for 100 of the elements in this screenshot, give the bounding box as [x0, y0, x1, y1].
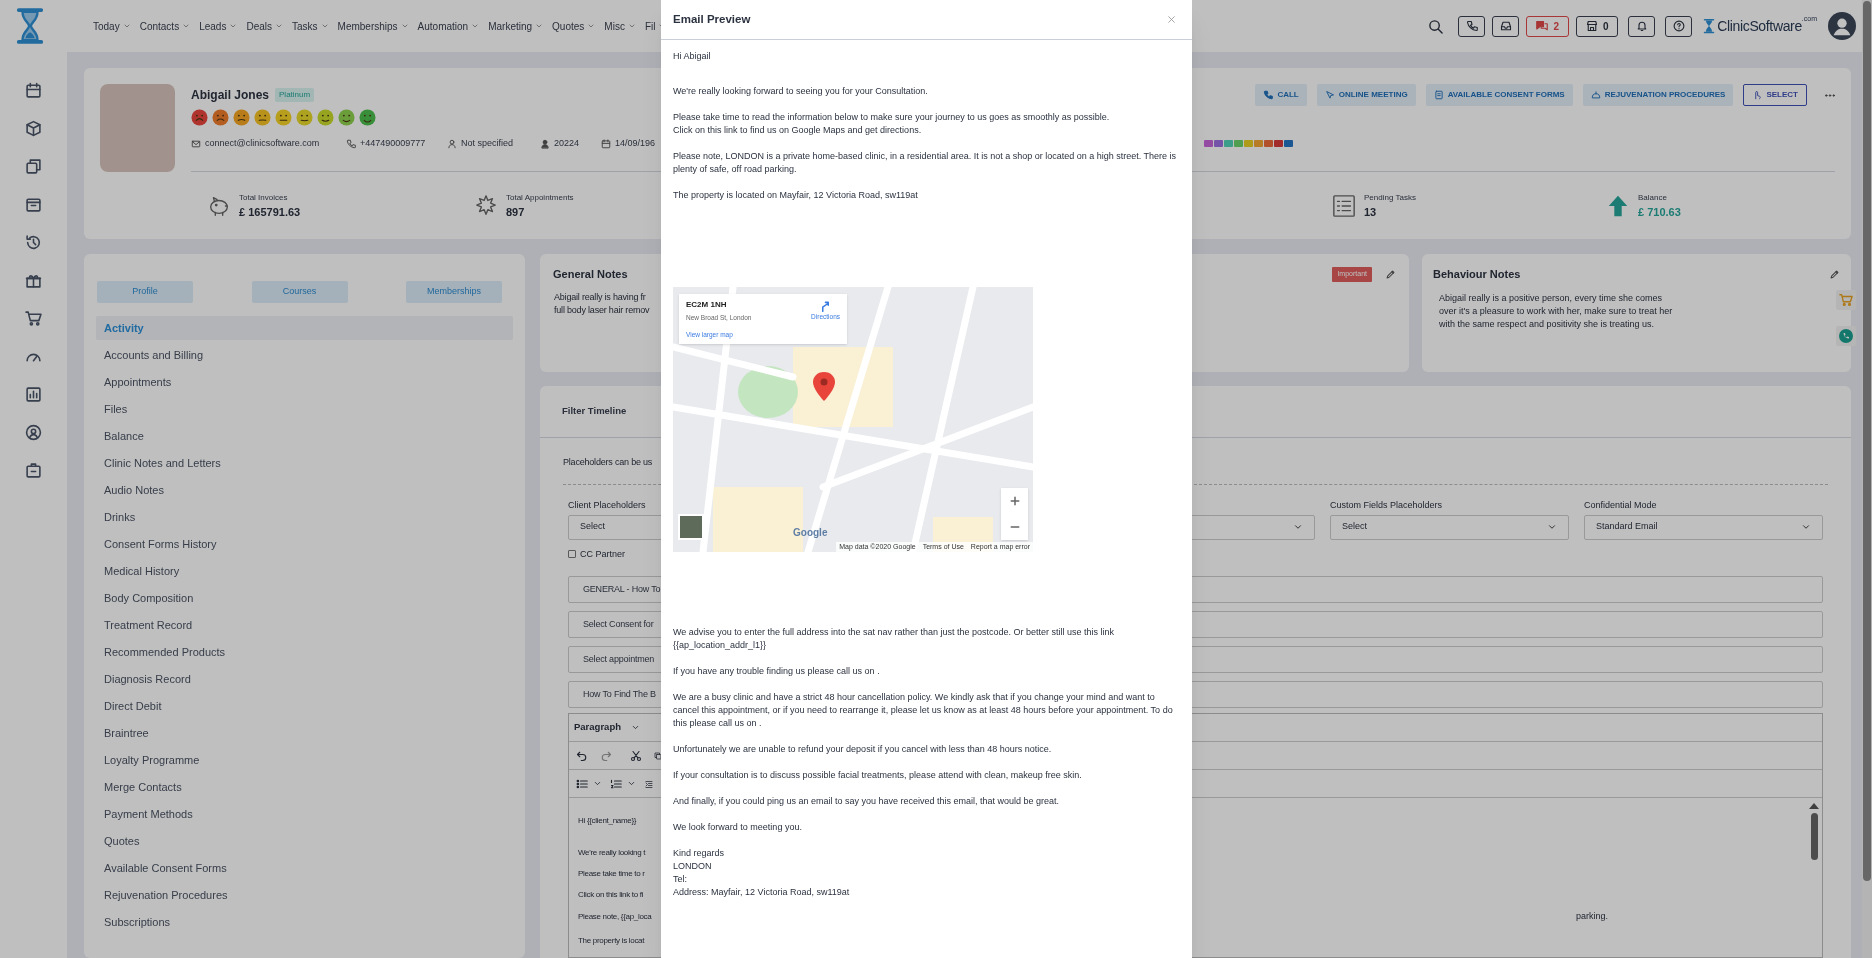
store-button[interactable]: 0 — [1576, 15, 1619, 37]
nav-menu-item[interactable]: Memberships — [337, 18, 409, 34]
search-icon[interactable] — [1428, 18, 1444, 34]
help-button[interactable] — [1665, 15, 1693, 37]
sidebar-item[interactable]: Diagnosis Record — [96, 667, 513, 691]
tag-swatch[interactable] — [1264, 140, 1273, 148]
tag-swatch[interactable] — [1284, 140, 1293, 148]
stat-value: £ 165791.63 — [239, 205, 301, 220]
nav-menu-item[interactable]: Fil — [644, 18, 667, 34]
rating-face-icon[interactable] — [338, 109, 355, 126]
chart-icon[interactable] — [25, 386, 42, 403]
cart-icon[interactable] — [25, 310, 42, 327]
sidebar-item[interactable]: Consent Forms History — [96, 532, 513, 556]
tag-swatch[interactable] — [1224, 140, 1233, 148]
more-icon[interactable] — [1825, 93, 1835, 97]
sidebar-item[interactable]: Treatment Record — [96, 613, 513, 637]
inbox-icon — [1499, 20, 1512, 32]
layers-icon[interactable] — [25, 158, 42, 175]
help-icon — [1672, 20, 1685, 32]
numbered-list-icon[interactable] — [610, 777, 622, 790]
call-button[interactable]: CALL — [1255, 84, 1307, 106]
satellite-thumbnail[interactable] — [678, 514, 704, 540]
edit-icon[interactable] — [1829, 268, 1840, 280]
rating-face-icon[interactable] — [191, 109, 208, 126]
tag-swatch[interactable] — [1214, 140, 1223, 148]
history-icon[interactable] — [25, 234, 42, 251]
nav-menu-item[interactable]: Misc — [604, 18, 636, 34]
calendar-icon[interactable] — [25, 82, 42, 99]
calendar-icon[interactable] — [25, 196, 42, 213]
rating-face-icon[interactable] — [359, 109, 376, 126]
forms-button[interactable]: AVAILABLE CONSENT FORMS — [1425, 84, 1573, 106]
rating-face-icon[interactable] — [296, 109, 313, 126]
sidebar-item[interactable]: Appointments — [96, 370, 513, 394]
rating-face-icon[interactable] — [254, 109, 271, 126]
sidebar-item[interactable]: Payment Methods — [96, 802, 513, 826]
undo-icon[interactable] — [576, 749, 588, 762]
sidebar-item[interactable]: Drinks — [96, 505, 513, 529]
format-dropdown[interactable]: Paragraph — [574, 720, 640, 735]
meeting-button[interactable]: ONLINE MEETING — [1316, 84, 1416, 106]
tag-swatch[interactable] — [1204, 140, 1213, 148]
sidebar-item[interactable]: Subscriptions — [96, 910, 513, 934]
plus-icon[interactable] — [1008, 495, 1021, 507]
redo-icon[interactable] — [600, 749, 612, 762]
nav-menu-item[interactable]: Today — [93, 18, 131, 34]
filter-timeline-tab[interactable]: Filter Timeline — [562, 404, 627, 419]
select-field[interactable]: Select — [1330, 514, 1569, 540]
nav-menu-item[interactable]: Quotes — [552, 18, 596, 34]
sidebar-item[interactable]: Braintree — [96, 721, 513, 745]
select-field[interactable]: Standard Email — [1584, 514, 1823, 540]
tag-swatch[interactable] — [1234, 140, 1243, 148]
nav-menu-item[interactable]: Leads — [199, 18, 238, 34]
gift-icon[interactable] — [25, 272, 42, 289]
phone-bubble-icon[interactable] — [1836, 326, 1856, 346]
bulleted-list-icon[interactable] — [576, 777, 588, 790]
editor-scrollbar[interactable] — [1809, 803, 1819, 860]
chat-button[interactable]: 2 — [1526, 15, 1570, 37]
nav-menu-item[interactable]: Deals — [246, 18, 283, 34]
notifications-button[interactable] — [1628, 15, 1656, 37]
dome-icon — [1590, 90, 1601, 100]
sidebar-item[interactable]: Recommended Products — [96, 640, 513, 664]
select-button[interactable]: SELECT — [1743, 84, 1807, 106]
nav-menu-item[interactable]: Contacts — [139, 18, 191, 34]
sidebar-item[interactable]: Quotes — [96, 829, 513, 853]
sidebar-item[interactable]: Balance — [96, 424, 513, 448]
checkbox[interactable] — [568, 550, 576, 559]
tag-swatch[interactable] — [1254, 140, 1263, 148]
sidebar-item[interactable]: Files — [96, 397, 513, 421]
sidebar-item[interactable]: Loyalty Programme — [96, 748, 513, 772]
rating-face-icon[interactable] — [233, 109, 250, 126]
rating-face-icon[interactable] — [317, 109, 334, 126]
sidebar-item[interactable]: Available Consent Forms — [96, 856, 513, 880]
rating-face-icon[interactable] — [275, 109, 292, 126]
user-circle-icon[interactable] — [25, 424, 42, 441]
copy-icon[interactable] — [654, 749, 662, 762]
tag-swatch[interactable] — [1244, 140, 1253, 148]
store-icon — [1585, 20, 1598, 32]
tag-swatch[interactable] — [1274, 140, 1283, 148]
box-icon[interactable] — [25, 120, 42, 137]
scissors-icon[interactable] — [630, 749, 642, 762]
sidebar-item[interactable]: Rejuvenation Procedures — [96, 883, 513, 907]
edit-icon[interactable] — [1385, 268, 1396, 280]
nav-menu-item[interactable]: Tasks — [292, 18, 329, 34]
inbox-button[interactable] — [1492, 15, 1520, 37]
user-avatar-icon[interactable] — [1828, 12, 1856, 40]
sidebar-item[interactable]: Merge Contacts — [96, 775, 513, 799]
procedures-button[interactable]: REJUVENATION PROCEDURES — [1582, 84, 1734, 106]
sidebar-item[interactable]: Accounts and Billing — [96, 343, 513, 367]
sidebar-item[interactable]: Body Composition — [96, 586, 513, 610]
nav-menu-item[interactable]: Automation — [417, 18, 480, 34]
sidebar-item[interactable]: Clinic Notes and Letters — [96, 451, 513, 475]
briefcase-icon[interactable] — [25, 462, 42, 479]
sidebar-item[interactable]: Medical History — [96, 559, 513, 583]
stat-value: 13 — [1364, 205, 1378, 220]
sidebar-item[interactable]: Audio Notes — [96, 478, 513, 502]
hourglass-logo-icon[interactable] — [15, 7, 45, 45]
sidebar-item[interactable]: Direct Debit — [96, 694, 513, 718]
phone-button[interactable] — [1458, 15, 1486, 37]
page-scrollbar[interactable] — [1862, 0, 1872, 958]
rating-face-icon[interactable] — [212, 109, 229, 126]
nav-menu-item[interactable]: Marketing — [488, 18, 544, 34]
